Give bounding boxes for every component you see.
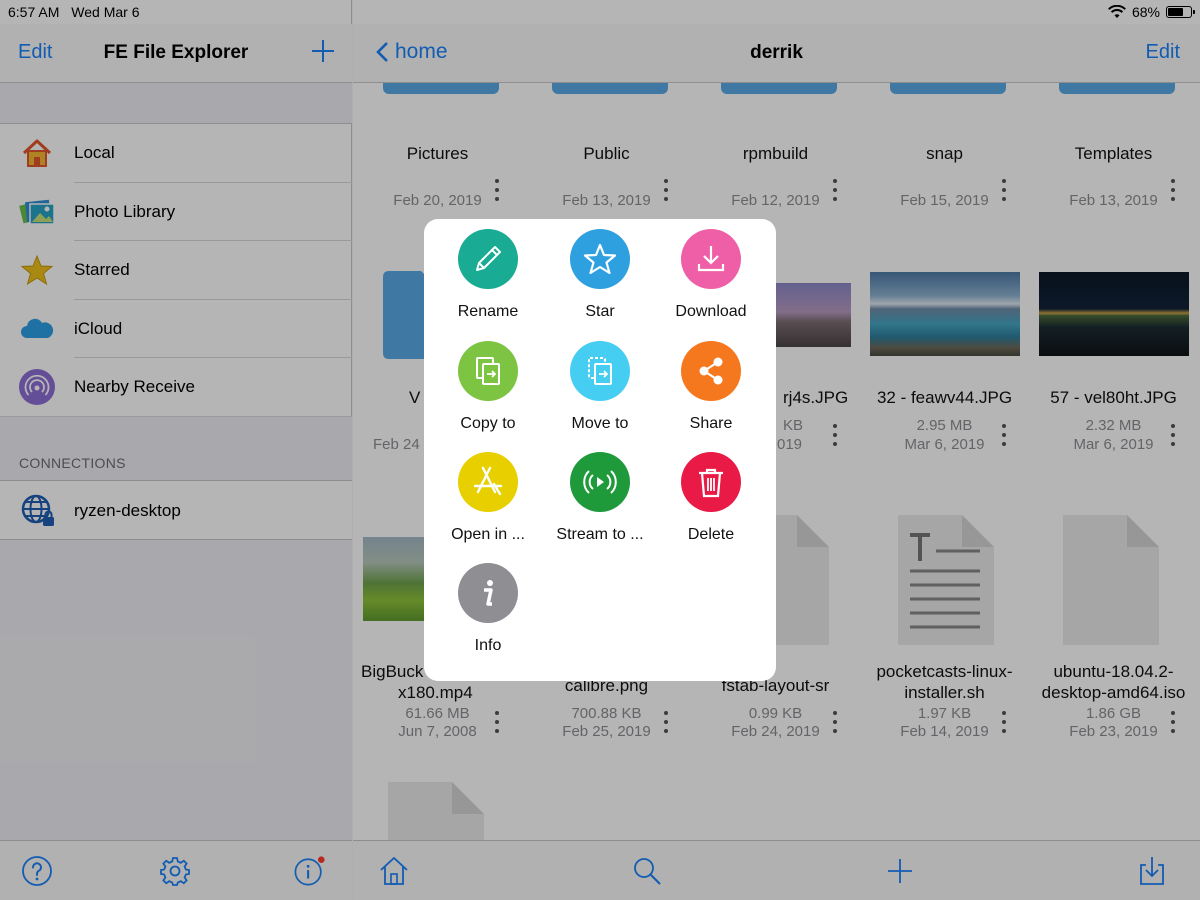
app-store-icon [473,466,503,496]
action-circle [458,341,518,401]
action-label: Move to [571,415,629,432]
action-label: Open in ... [451,526,525,543]
download-button[interactable]: Download [655,219,767,325]
action-label: Star [585,303,615,320]
info-icon [484,580,493,606]
copy-to-button[interactable]: Copy to [432,331,544,437]
action-circle [681,452,741,512]
pencil-icon [476,246,501,271]
action-circle [570,341,630,401]
action-circle [681,229,741,289]
action-circle [570,452,630,512]
action-label: Stream to ... [556,526,644,543]
info-button[interactable]: Info [432,553,544,659]
action-menu: Rename Star Download Copy to Move to Sha… [424,219,776,681]
stream-to-button[interactable]: Stream to ... [544,442,656,548]
download-icon [697,246,725,272]
open-in-button[interactable]: Open in ... [432,442,544,548]
move-to-icon [588,357,612,385]
share-button[interactable]: Share [655,331,767,437]
action-circle [458,563,518,623]
action-label: Rename [457,303,519,320]
star-button[interactable]: Star [544,219,656,325]
action-label: Copy to [460,415,516,432]
share-icon [699,357,723,385]
action-label: Share [689,415,733,432]
action-label: Download [675,303,747,320]
action-circle [458,452,518,512]
delete-button[interactable]: Delete [655,442,767,548]
move-to-button[interactable]: Move to [544,331,656,437]
stream-icon [583,470,617,494]
action-circle [570,229,630,289]
action-circle [458,229,518,289]
action-label: Info [474,637,502,654]
rename-button[interactable]: Rename [432,219,544,325]
action-circle [681,341,741,401]
star-outline-icon [583,243,617,275]
trash-icon [699,468,723,498]
action-label: Delete [687,526,735,543]
copy-to-icon [476,357,500,385]
